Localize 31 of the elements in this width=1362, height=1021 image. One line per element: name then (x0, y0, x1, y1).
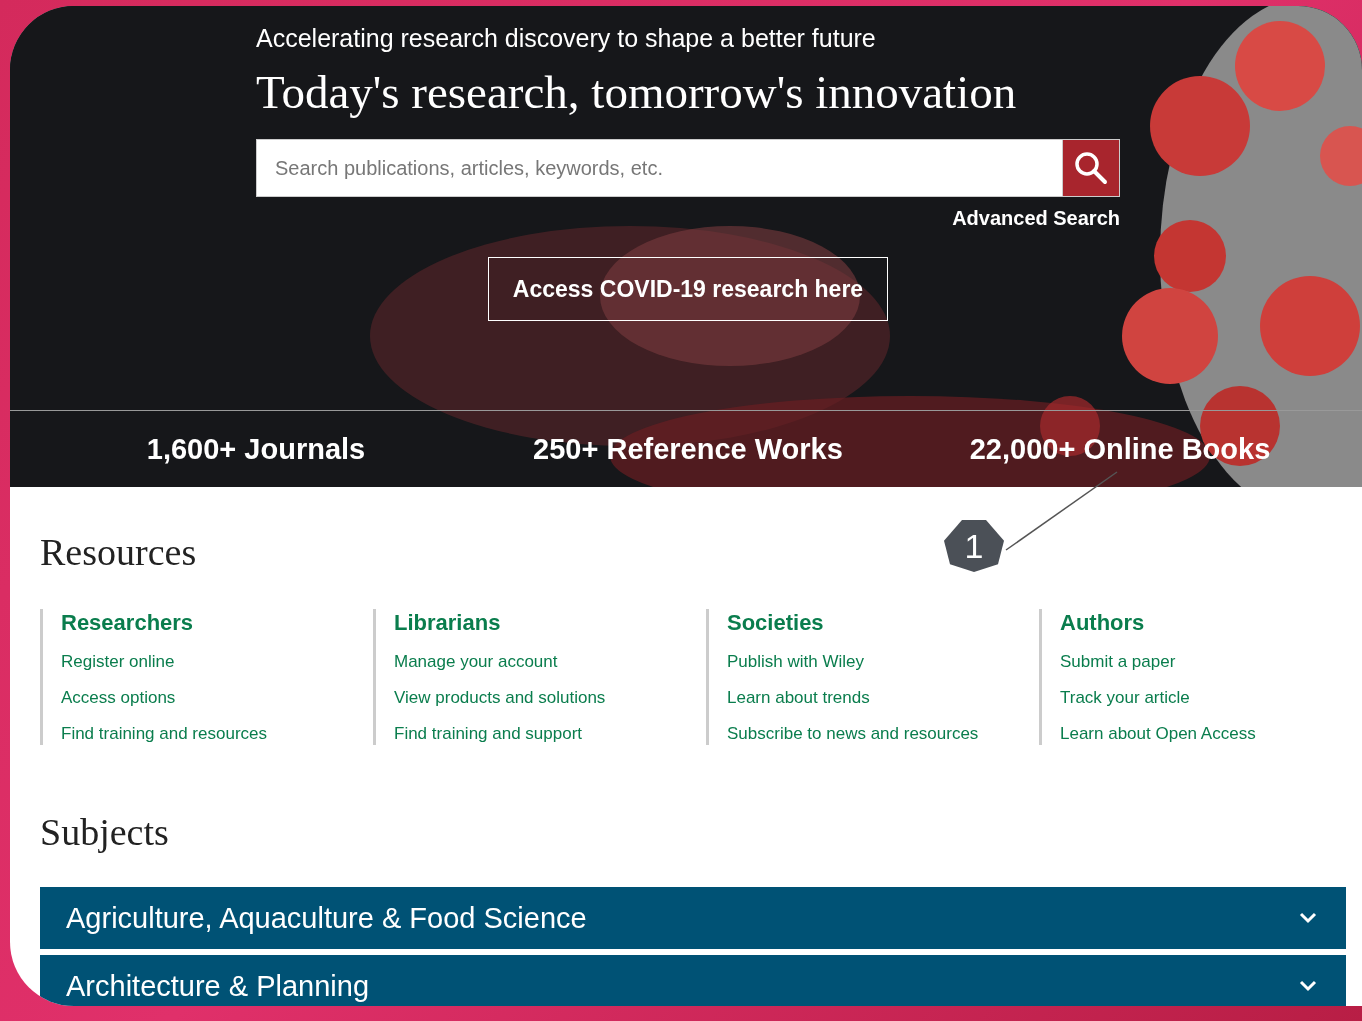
stat-label[interactable]: 22,000+ Online Books (969, 433, 1271, 466)
subject-accordion[interactable]: Architecture & Planning (40, 955, 1346, 1006)
stat-label[interactable]: 1,600+ Journals (146, 433, 366, 466)
section-title: Subjects (40, 810, 169, 855)
column-heading[interactable]: Authors (1060, 609, 1145, 637)
subject-accordion[interactable]: Agriculture, Aquaculture & Food Science (40, 887, 1346, 949)
column-heading[interactable]: Researchers (61, 609, 194, 637)
resource-link[interactable]: Publish with Wiley (727, 651, 864, 673)
column-heading[interactable]: Librarians (394, 609, 501, 637)
resource-link[interactable]: Subscribe to news and resources (727, 723, 979, 745)
resource-link[interactable]: Track your article (1060, 687, 1190, 709)
advanced-search-link[interactable]: Advanced Search (952, 207, 1120, 229)
resource-link[interactable]: Find training and resources (61, 723, 267, 745)
resource-link[interactable]: Learn about Open Access (1060, 723, 1256, 745)
search-field[interactable]: Search publications, articles, keywords, etc. (256, 139, 1062, 197)
resource-link[interactable]: Learn about trends (727, 687, 870, 709)
resource-link[interactable]: Submit a paper (1060, 651, 1176, 673)
search-button[interactable] (1062, 139, 1120, 197)
covid-research-button[interactable]: Access COVID-19 research here (487, 257, 889, 321)
section-title: Resources (40, 530, 197, 575)
resource-link[interactable]: Manage your account (394, 651, 558, 673)
resource-link[interactable]: Access options (61, 687, 176, 709)
tagline: Accelerating research discovery to shape a better future (256, 23, 877, 54)
column-heading[interactable]: Societies (727, 609, 824, 637)
resource-link[interactable]: Register online (61, 651, 175, 673)
callout-badge: 1 (944, 520, 1004, 572)
stat-label[interactable]: 250+ Reference Works (533, 433, 843, 466)
search-icon (1074, 151, 1108, 185)
headline: Today's research, tomorrow's innovation (256, 65, 1018, 120)
resource-link[interactable]: View products and solutions (394, 687, 606, 709)
resource-link[interactable]: Find training and support (394, 723, 583, 745)
